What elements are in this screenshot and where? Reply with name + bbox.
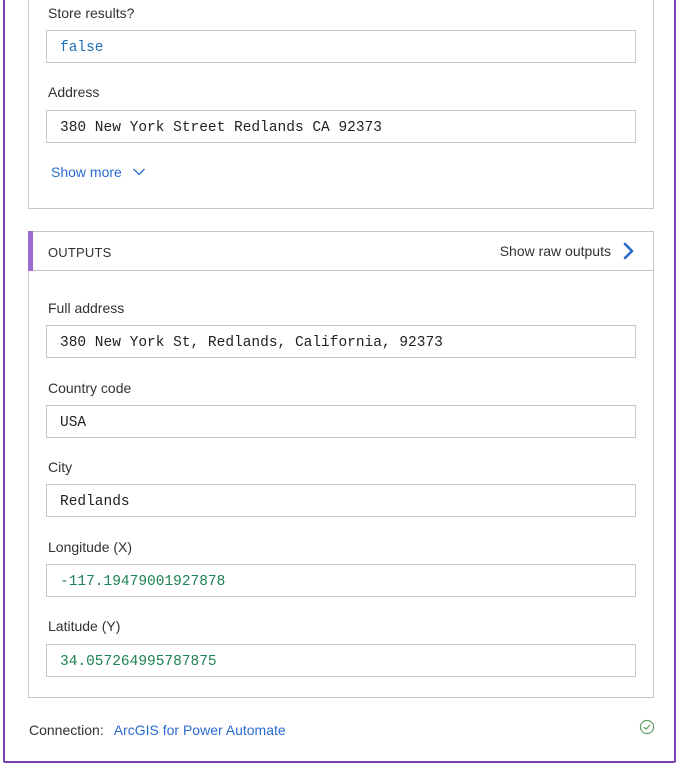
full-address-field: 380 New York St, Redlands, California, 9… bbox=[46, 325, 636, 358]
outputs-header: OUTPUTS Show raw outputs bbox=[28, 231, 653, 271]
address-field: 380 New York Street Redlands CA 92373 bbox=[46, 110, 636, 143]
full-address-label: Full address bbox=[48, 300, 125, 316]
connection-label: Connection: bbox=[29, 722, 104, 738]
connection-info: Connection: ArcGIS for Power Automate bbox=[29, 722, 286, 738]
city-label: City bbox=[48, 459, 73, 475]
outputs-accent-bar bbox=[28, 231, 33, 271]
country-code-label: Country code bbox=[48, 380, 132, 396]
chevron-down-icon bbox=[132, 168, 145, 176]
inputs-card: Store results? false Address 380 New Yor… bbox=[28, 0, 654, 209]
show-raw-outputs-button[interactable]: Show raw outputs bbox=[500, 241, 635, 261]
show-raw-outputs-label: Show raw outputs bbox=[499, 243, 611, 259]
country-code-field: USA bbox=[46, 405, 636, 438]
outputs-title: OUTPUTS bbox=[48, 245, 112, 260]
store-results-label: Store results? bbox=[48, 5, 135, 21]
longitude-field: -117.19479001927878 bbox=[46, 564, 636, 597]
store-results-field: false bbox=[46, 30, 636, 63]
address-label: Address bbox=[48, 84, 100, 100]
show-more-label: Show more bbox=[51, 164, 122, 180]
chevron-right-icon bbox=[623, 242, 634, 260]
longitude-label: Longitude (X) bbox=[48, 539, 133, 555]
latitude-label: Latitude (Y) bbox=[48, 618, 121, 634]
show-more-button[interactable]: Show more bbox=[51, 164, 146, 180]
city-field: Redlands bbox=[46, 484, 636, 517]
latitude-field: 34.057264995787875 bbox=[46, 644, 636, 677]
connection-link[interactable]: ArcGIS for Power Automate bbox=[114, 722, 286, 738]
outputs-card: OUTPUTS Show raw outputs Full address 38… bbox=[28, 231, 654, 698]
check-circle-icon bbox=[639, 719, 655, 735]
